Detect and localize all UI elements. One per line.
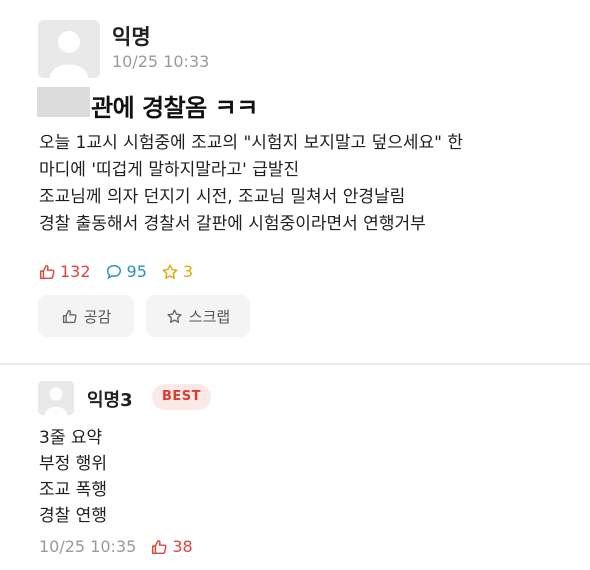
- comment-body-line: 조교 폭행: [39, 480, 107, 500]
- post-body-line: 마디에 '띠겁게 말하지말라고' 급발진: [39, 160, 300, 180]
- best-badge: BEST: [152, 384, 212, 410]
- comment-body-line: 3줄 요약: [39, 428, 103, 448]
- thumbs-up-icon: [39, 264, 55, 279]
- censored-block: [37, 87, 90, 117]
- post-body-line: 경찰 출동해서 경찰서 갈판에 시험중이라면서 연행거부: [39, 214, 426, 234]
- comment-time: 10/25 10:35: [39, 537, 137, 556]
- comment-body-line: 경찰 연행: [39, 506, 107, 526]
- author-avatar-icon: [38, 20, 100, 78]
- post-body-line: 조교님께 의자 던지기 시전, 조교님 밀쳐서 안경날림: [39, 187, 406, 207]
- scrap-count-value: 3: [182, 262, 194, 281]
- star-icon: [167, 308, 182, 323]
- star-icon: [162, 264, 178, 279]
- like-button-label: 공감: [83, 307, 112, 326]
- comment-like-count: 38: [172, 537, 193, 556]
- comment-like-button[interactable]: 38: [150, 537, 193, 556]
- comment-avatar-icon: [38, 381, 74, 415]
- like-count-value: 132: [60, 262, 91, 281]
- like-button[interactable]: 공감: [38, 295, 134, 337]
- post-body-line: 오늘 1교시 시험중에 조교의 "시험지 보지말고 덮으세요" 한: [39, 133, 464, 153]
- comment-author: 익명3: [87, 390, 133, 411]
- comment-body-line: 부정 행위: [39, 454, 107, 474]
- scrap-button[interactable]: 스크랩: [146, 295, 250, 337]
- post-stats: 132 95 3: [38, 262, 193, 281]
- section-divider: [0, 363, 590, 365]
- post-title: 관에 경찰옴 ㅋㅋ: [91, 94, 258, 122]
- scrap-count: 3: [161, 262, 193, 281]
- comment-count-value: 95: [126, 262, 147, 281]
- post-body: 오늘 1교시 시험중에 조교의 "시험지 보지말고 덮으세요" 한 마디에 '띠…: [39, 130, 579, 238]
- scrap-button-label: 스크랩: [188, 307, 231, 326]
- post-time: 10/25 10:33: [112, 52, 210, 71]
- comment-count: 95: [105, 262, 147, 281]
- post-article: 익명 10/25 10:33 관에 경찰옴 ㅋㅋ 오늘 1교시 시험중에 조교의…: [0, 0, 590, 350]
- thumbs-up-icon: [152, 539, 167, 554]
- comment-meta: 10/25 10:35 38: [39, 537, 193, 556]
- comment-body: 3줄 요약 부정 행위 조교 폭행 경찰 연행: [39, 425, 107, 529]
- thumbs-up-icon: [62, 309, 77, 323]
- post-author: 익명: [112, 25, 151, 49]
- speech-bubble-icon: [106, 264, 121, 279]
- like-count: 132: [38, 262, 91, 281]
